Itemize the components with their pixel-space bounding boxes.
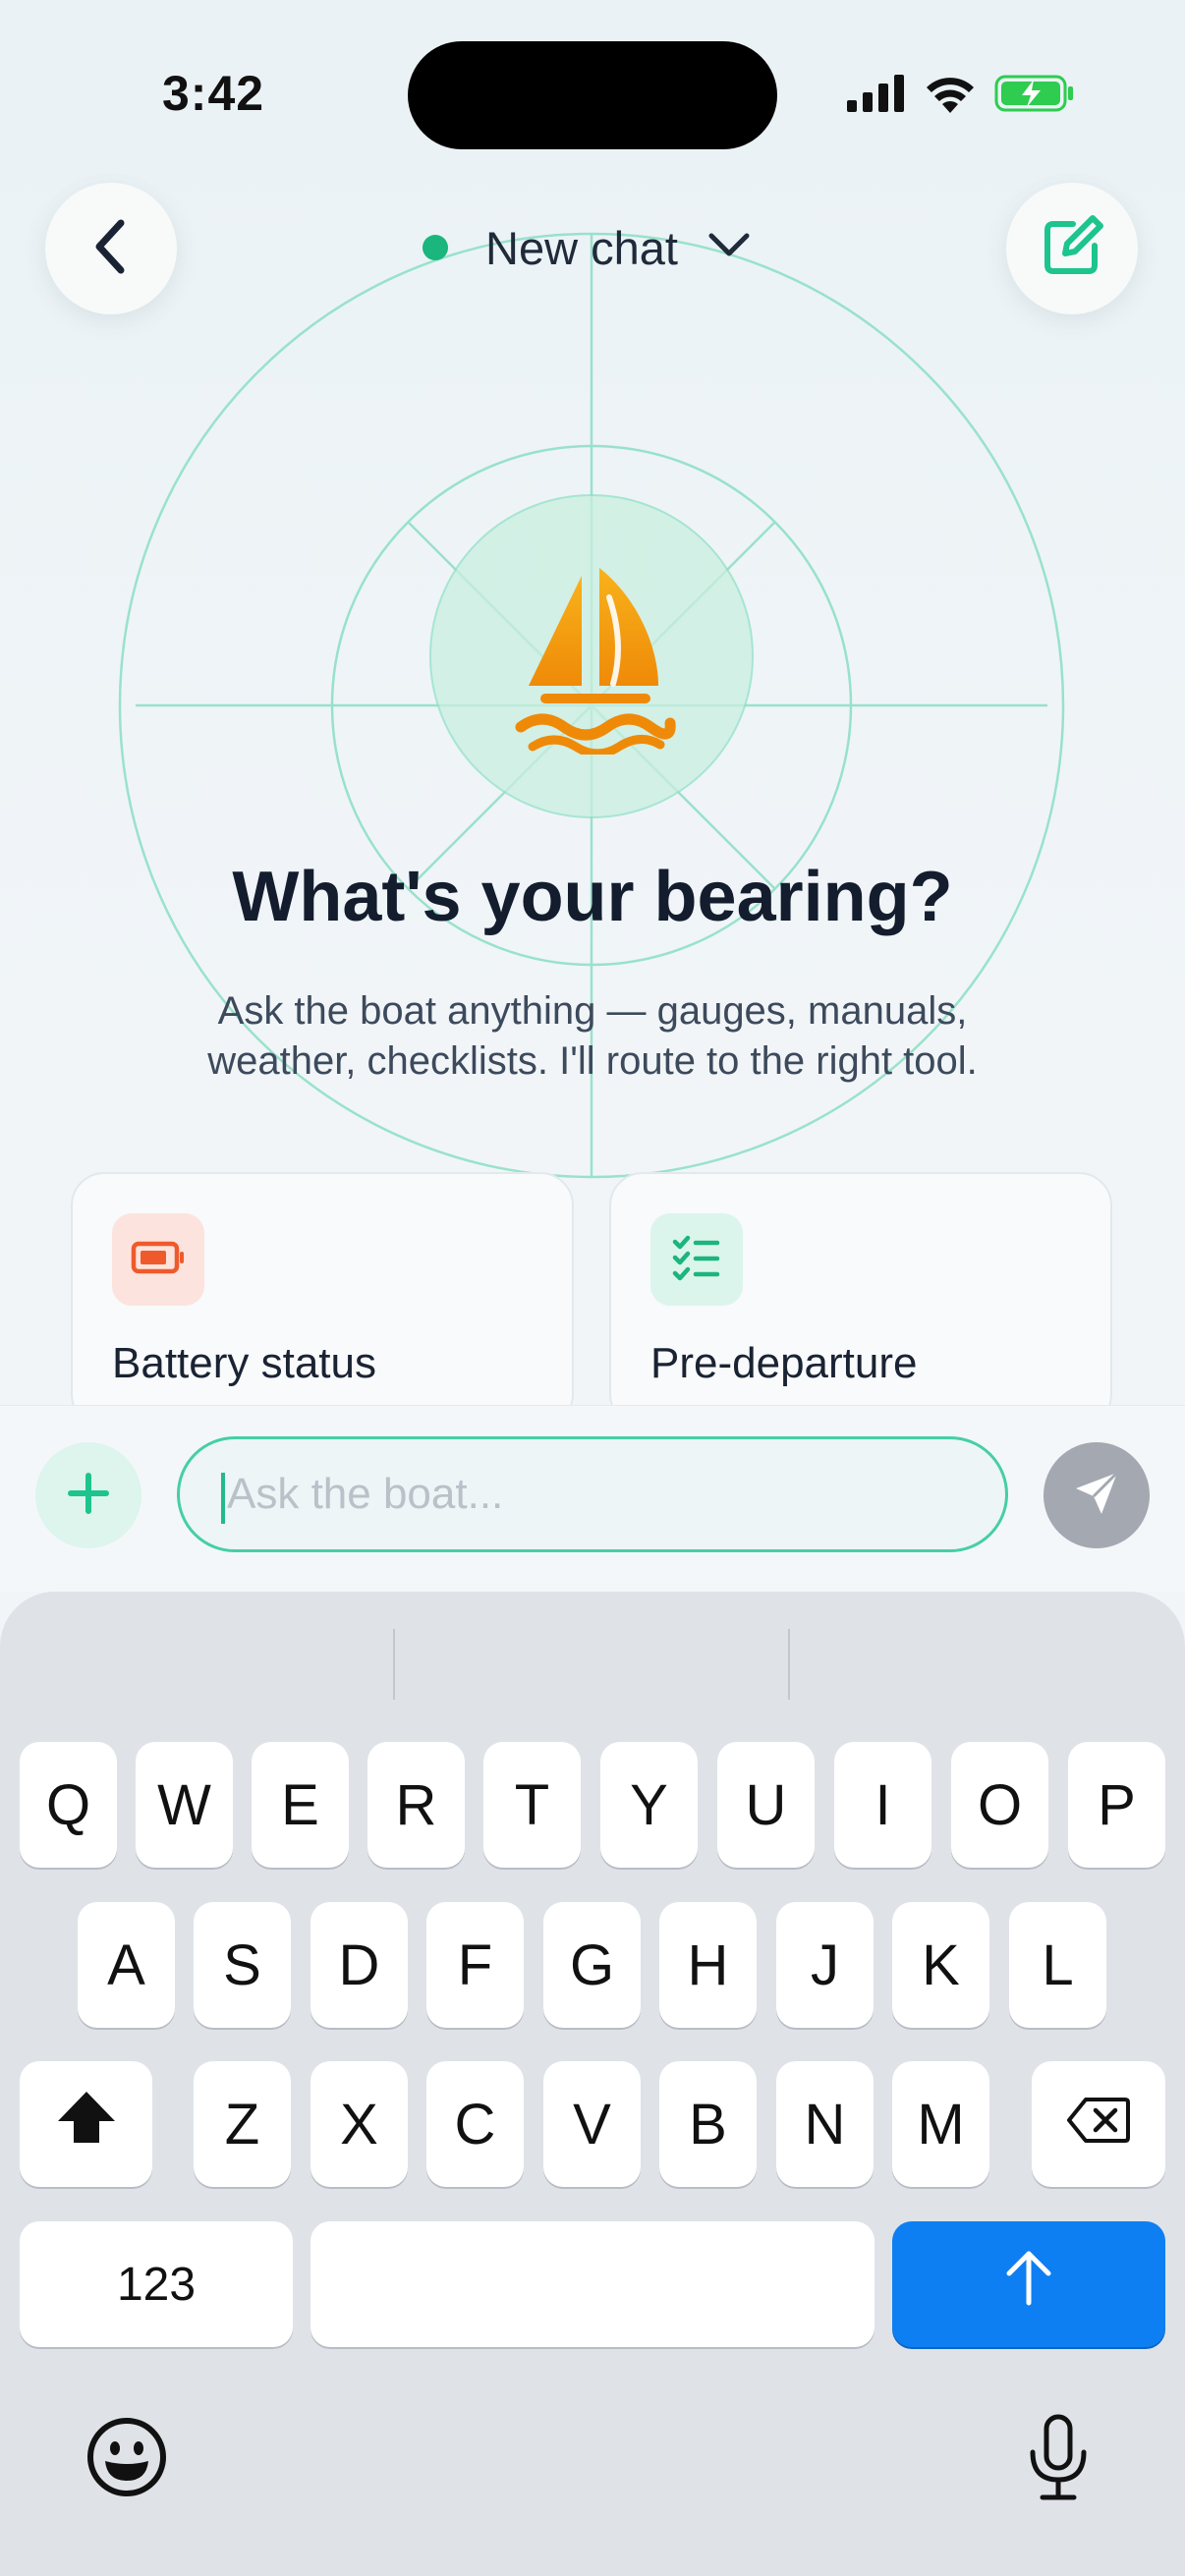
dictation-button[interactable] — [1014, 2411, 1102, 2509]
microphone-icon — [1027, 2413, 1090, 2508]
suggestion-icon-tile — [650, 1213, 743, 1306]
wifi-icon — [924, 74, 977, 118]
suggestion-divider — [393, 1629, 395, 1700]
chevron-left-icon — [87, 217, 135, 281]
key-o[interactable]: O — [951, 1742, 1048, 1868]
send-button[interactable] — [1044, 1442, 1150, 1548]
key-z[interactable]: Z — [194, 2061, 291, 2187]
key-i[interactable]: I — [834, 1742, 931, 1868]
key-w[interactable]: W — [136, 1742, 233, 1868]
back-button[interactable] — [45, 183, 177, 314]
checklist-icon — [672, 1234, 721, 1286]
status-icons — [847, 71, 1075, 120]
key-h[interactable]: H — [659, 1902, 757, 2028]
key-a[interactable]: A — [78, 1902, 175, 2028]
message-field[interactable] — [177, 1436, 1008, 1552]
numbers-key[interactable]: 123 — [20, 2221, 293, 2347]
arrow-up-icon — [1003, 2248, 1054, 2321]
compose-icon — [1040, 214, 1104, 284]
shift-icon — [56, 2090, 117, 2158]
key-p[interactable]: P — [1068, 1742, 1165, 1868]
suggestion-label: Battery status — [112, 1339, 377, 1387]
key-u[interactable]: U — [717, 1742, 815, 1868]
return-key[interactable] — [892, 2221, 1165, 2347]
suggestion-divider — [788, 1629, 790, 1700]
text-caret — [221, 1473, 225, 1524]
key-f[interactable]: F — [426, 1902, 524, 2028]
key-q[interactable]: Q — [20, 1742, 117, 1868]
suggestion-card-pre-departure[interactable]: Pre-departure — [609, 1172, 1112, 1428]
delete-key[interactable] — [1032, 2061, 1165, 2187]
hero-subtitle-line: Ask the boat anything — gauges, manuals, — [217, 989, 968, 1033]
chat-title-dropdown[interactable]: New chat — [423, 216, 751, 279]
status-time: 3:42 — [162, 66, 265, 121]
key-x[interactable]: X — [310, 2061, 408, 2187]
sailboat-icon — [511, 558, 678, 758]
dynamic-island — [408, 41, 777, 149]
composer-bar — [0, 1405, 1185, 1592]
message-input[interactable] — [227, 1439, 974, 1549]
battery-charging-icon — [994, 74, 1075, 118]
emoji-button[interactable] — [83, 2415, 171, 2503]
hero-subtitle-line: weather, checklists. I'll route to the r… — [207, 1039, 978, 1083]
hero-subtitle: Ask the boat anything — gauges, manuals,… — [118, 986, 1067, 1087]
key-r[interactable]: R — [367, 1742, 465, 1868]
new-chat-button[interactable] — [1006, 183, 1138, 314]
key-s[interactable]: S — [194, 1902, 291, 2028]
keyboard: Q W E R T Y U I O P A S D F G H J K L Z … — [0, 1592, 1185, 2576]
delete-icon — [1066, 2092, 1131, 2157]
shift-key[interactable] — [20, 2061, 152, 2187]
emoji-icon — [85, 2416, 168, 2503]
battery-icon — [131, 1241, 186, 1279]
suggestion-card-battery-status[interactable]: Battery status — [71, 1172, 574, 1428]
screen: 3:42 New chat What's your bearing? Ask t… — [0, 0, 1185, 2576]
key-l[interactable]: L — [1009, 1902, 1106, 2028]
key-t[interactable]: T — [483, 1742, 581, 1868]
hero-title: What's your bearing? — [232, 858, 953, 936]
chat-title: New chat — [485, 221, 678, 274]
status-dot — [423, 235, 448, 260]
key-k[interactable]: K — [892, 1902, 989, 2028]
key-g[interactable]: G — [543, 1902, 641, 2028]
attach-button[interactable] — [35, 1442, 141, 1548]
plus-icon — [67, 1472, 110, 1520]
key-y[interactable]: Y — [600, 1742, 698, 1868]
chevron-down-icon — [707, 232, 751, 264]
signal-icon — [847, 74, 906, 117]
key-n[interactable]: N — [776, 2061, 874, 2187]
space-key[interactable] — [310, 2221, 875, 2347]
send-icon — [1072, 1469, 1121, 1523]
key-b[interactable]: B — [659, 2061, 757, 2187]
key-d[interactable]: D — [310, 1902, 408, 2028]
key-c[interactable]: C — [426, 2061, 524, 2187]
key-e[interactable]: E — [252, 1742, 349, 1868]
suggestion-label: Pre-departure — [650, 1339, 918, 1387]
key-j[interactable]: J — [776, 1902, 874, 2028]
key-m[interactable]: M — [892, 2061, 989, 2187]
key-v[interactable]: V — [543, 2061, 641, 2187]
suggestion-icon-tile — [112, 1213, 204, 1306]
